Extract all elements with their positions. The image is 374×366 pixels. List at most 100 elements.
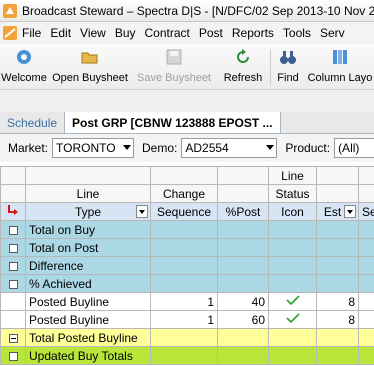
title-bar: Broadcast Steward – Spectra D|S - [N/DFC… [0, 0, 374, 22]
column-layout-button[interactable]: Column Layo [305, 44, 374, 89]
menu-services[interactable]: Serv [320, 26, 354, 40]
demo-value: AD2554 [185, 141, 229, 155]
menu-post[interactable]: Post [199, 26, 232, 40]
toolbar: Welcome Open Buysheet Save Buysheet Refr… [0, 44, 374, 90]
header-row-mid: Line Change Status [0, 184, 374, 203]
header-corner [0, 184, 26, 203]
row-est [316, 328, 359, 347]
row-sequence [150, 238, 218, 257]
row-checkbox-empty [0, 292, 26, 311]
menu-file[interactable]: File [22, 26, 50, 40]
row-serv [358, 256, 374, 275]
header-empty [358, 184, 374, 203]
columns-icon [333, 50, 347, 64]
row-sequence [150, 220, 218, 239]
menu-reports[interactable]: Reports [232, 26, 283, 40]
market-select[interactable]: TORONTO [52, 138, 135, 158]
header-icon[interactable]: Icon [268, 202, 317, 221]
row-type: Posted Buyline [25, 292, 151, 311]
header-empty [358, 166, 374, 185]
header-change: Change [150, 184, 218, 203]
header-type[interactable]: Type [25, 202, 151, 221]
table-row[interactable]: Total Posted Buyline [0, 328, 374, 347]
header-sequence[interactable]: Sequence [150, 202, 218, 221]
tab-post-grp[interactable]: Post GRP [CBNW 123888 EPOST ... [64, 112, 281, 133]
open-folder-icon [81, 52, 98, 64]
table-row[interactable]: % Achieved [0, 274, 374, 293]
header-pct-post[interactable]: %Post [217, 202, 269, 221]
row-checkbox[interactable] [0, 238, 26, 257]
row-type: % Achieved [25, 274, 151, 293]
market-value: TORONTO [56, 141, 116, 155]
header-group-change [150, 166, 218, 185]
product-label: Product: [285, 141, 331, 155]
table-row[interactable]: Total on Post [0, 238, 374, 257]
row-checkbox[interactable] [0, 256, 26, 275]
menu-view[interactable]: View [80, 26, 115, 40]
open-buysheet-button[interactable]: Open Buysheet [48, 44, 132, 89]
chevron-down-icon [123, 145, 132, 150]
filter-dropdown-icon[interactable] [344, 205, 356, 218]
header-line: Line [25, 184, 151, 203]
row-pct-post [217, 238, 269, 257]
table-row[interactable]: Updated Buy Totals [0, 346, 374, 365]
row-est [316, 346, 359, 365]
row-sequence: 1 [150, 292, 218, 311]
row-type: Total Posted Buyline [25, 328, 151, 347]
row-pct-post [217, 346, 269, 365]
menu-buy[interactable]: Buy [115, 26, 145, 40]
open-buysheet-label: Open Buysheet [52, 72, 128, 84]
tab-schedule[interactable]: Schedule [0, 112, 64, 133]
product-select[interactable]: (All) [334, 138, 374, 158]
row-serv [358, 238, 374, 257]
row-icon [268, 310, 317, 329]
row-est: 8 [316, 292, 359, 311]
table-row[interactable]: Posted Buyline 1 40 8 [0, 292, 374, 311]
tab-bar: Schedule Post GRP [CBNW 123888 EPOST ... [0, 112, 374, 134]
header-est[interactable]: Est # [316, 202, 359, 221]
row-icon [268, 220, 317, 239]
menu-tools[interactable]: Tools [283, 26, 320, 40]
row-sequence: 1 [150, 310, 218, 329]
row-collapse-toggle[interactable] [0, 328, 26, 347]
find-button[interactable]: Find [271, 44, 305, 89]
table-row[interactable]: Posted Buyline 1 60 8 [0, 310, 374, 329]
demo-label: Demo: [142, 141, 178, 155]
table-row[interactable]: Difference [0, 256, 374, 275]
header-empty [217, 166, 269, 185]
menu-contract[interactable]: Contract [145, 26, 199, 40]
row-checkbox[interactable] [0, 346, 26, 365]
app-logo-icon [3, 3, 17, 18]
header-row-bottom: Type Sequence %Post Icon Est # Serv [0, 202, 374, 221]
row-est [316, 220, 359, 239]
save-buysheet-button[interactable]: Save Buysheet [132, 44, 216, 89]
row-checkbox[interactable] [0, 220, 26, 239]
row-serv [358, 292, 374, 311]
welcome-button[interactable]: Welcome [0, 44, 48, 89]
table-row[interactable]: Total on Buy [0, 220, 374, 239]
header-corner [0, 166, 26, 185]
row-checkbox[interactable] [0, 274, 26, 293]
row-sequence [150, 256, 218, 275]
row-serv [358, 274, 374, 293]
refresh-button[interactable]: Refresh [216, 44, 270, 89]
filter-bar: Market: TORONTO Demo: AD2554 Product: (A… [0, 134, 374, 162]
row-pct-post [217, 220, 269, 239]
menu-edit[interactable]: Edit [50, 26, 80, 40]
chevron-down-icon [266, 145, 275, 150]
filter-dropdown-icon[interactable] [136, 205, 148, 218]
row-type: Total on Post [25, 238, 151, 257]
save-buysheet-label: Save Buysheet [137, 72, 211, 84]
menu-logo-icon[interactable] [2, 25, 18, 41]
header-serv[interactable]: Serv [358, 202, 374, 221]
row-type: Total on Buy [25, 220, 151, 239]
header-arrow-cell[interactable] [0, 202, 26, 221]
row-serv [358, 310, 374, 329]
menu-bar: File Edit View Buy Contract Post Reports… [0, 22, 374, 44]
header-empty [316, 166, 359, 185]
header-type-label: Type [74, 204, 101, 219]
header-row-top: Line [0, 166, 374, 185]
demo-select[interactable]: AD2554 [181, 138, 278, 158]
header-group-line [25, 166, 151, 185]
post-grp-grid: Line Line Change Status Type Sequence %P… [0, 166, 374, 365]
